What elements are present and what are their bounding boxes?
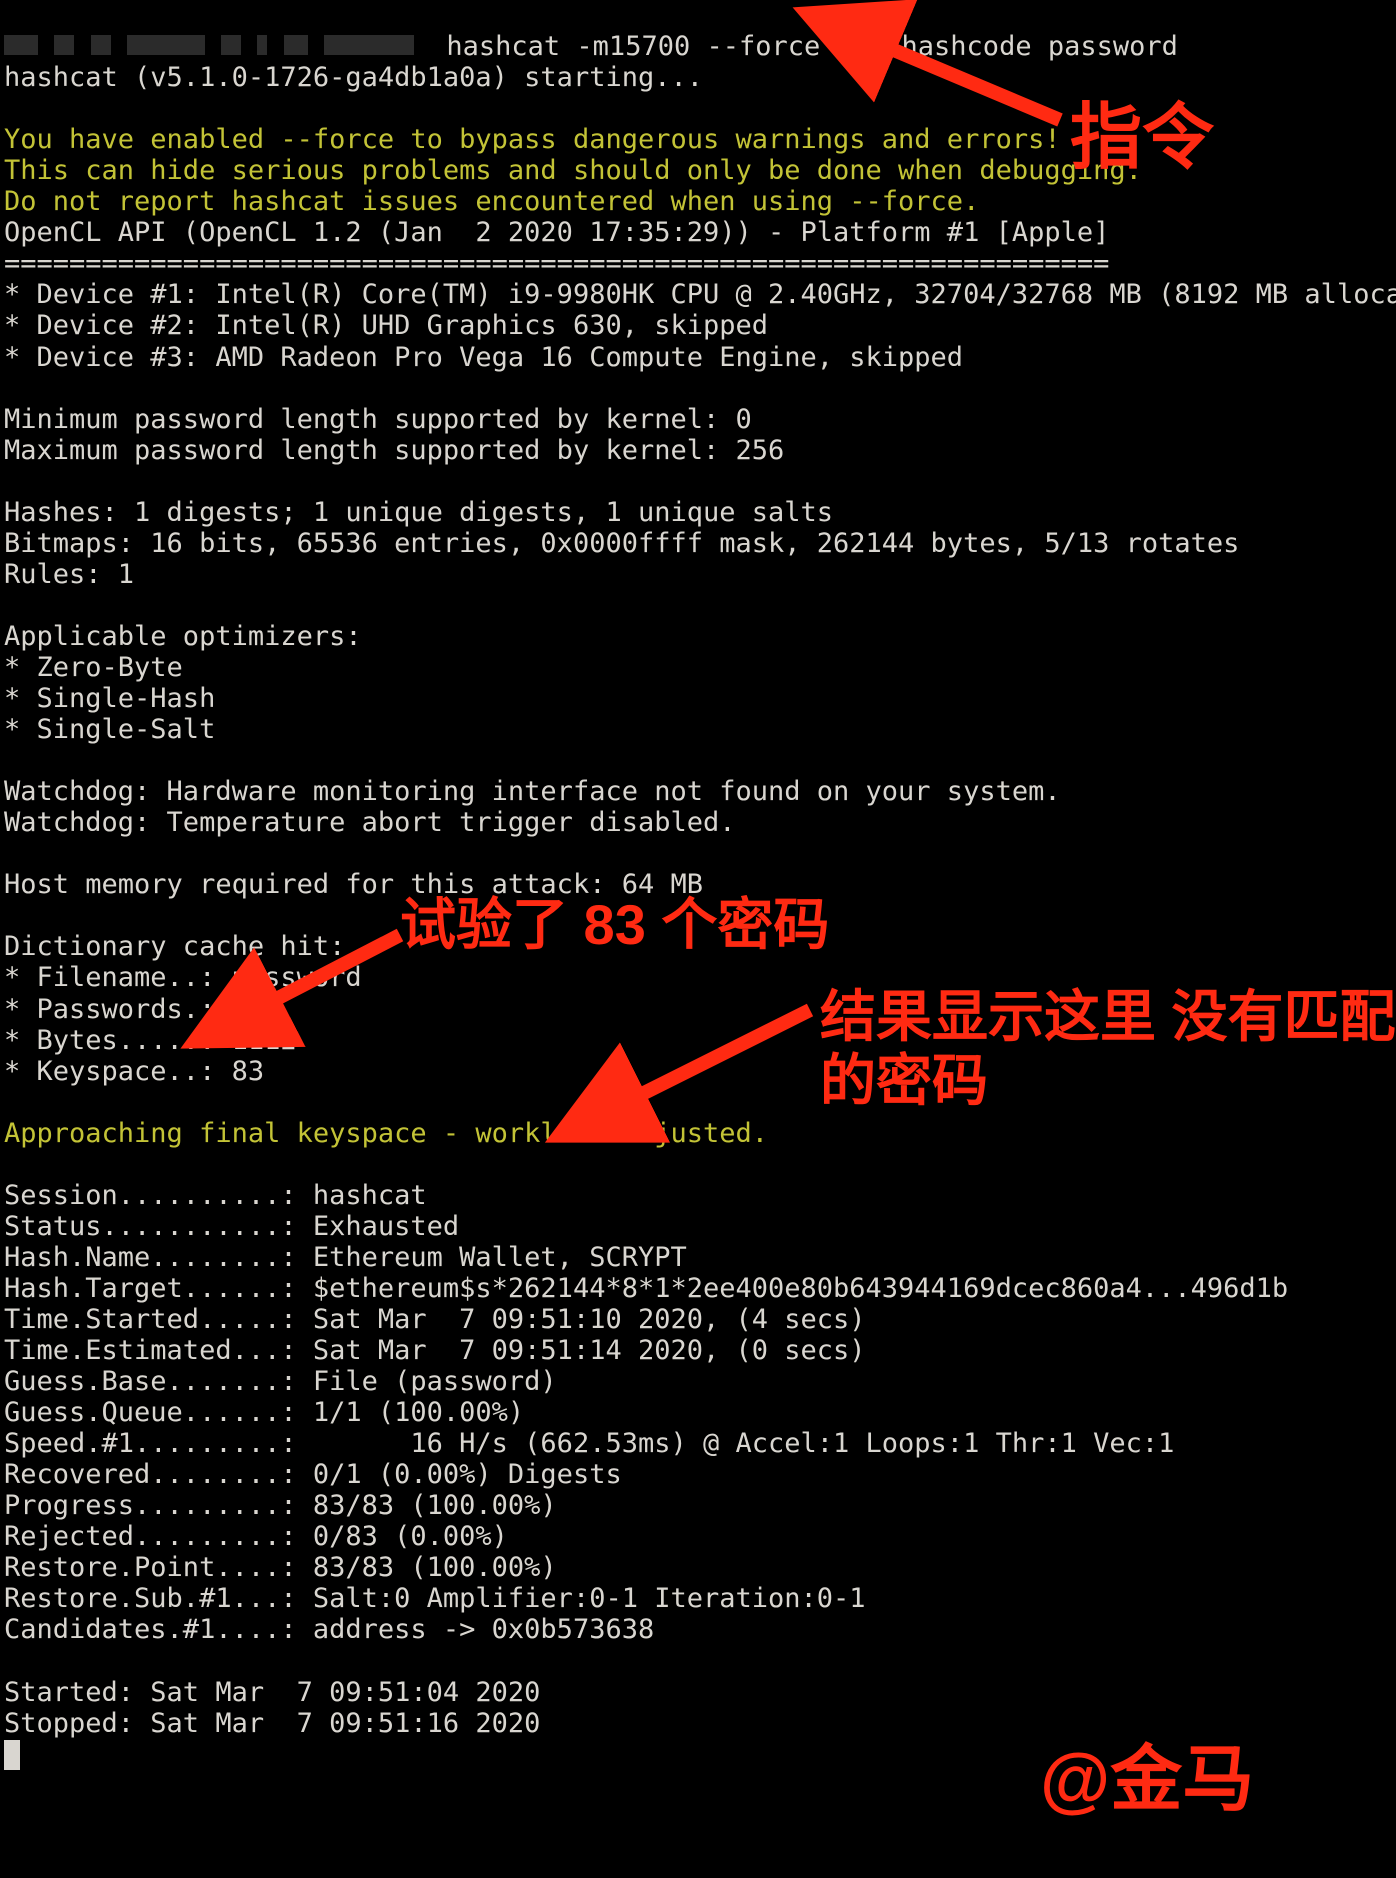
restore-sub-line: Restore.Sub.#1...: Salt:0 Amplifier:0-1 … [4,1583,866,1614]
command-line: hashcat -m15700 --force -D1 hashcode pas… [430,31,1178,62]
started-line: Started: Sat Mar 7 09:51:04 2020 [4,1677,540,1708]
speed-line: Speed.#1.........: 16 H/s (662.53ms) @ A… [4,1428,1174,1459]
dict-filename: * Filename..: password [4,962,362,993]
device-1: * Device #1: Intel(R) Core(TM) i9-9980HK… [4,279,1396,310]
terminal-cursor [4,1740,20,1770]
rejected-line: Rejected.........: 0/83 (0.00%) [4,1521,508,1552]
applicable-optimizers: Applicable optimizers: [4,621,362,652]
rules-line: Rules: 1 [4,559,134,590]
dict-cache-hit: Dictionary cache hit: [4,931,345,962]
redacted-segment [54,35,74,55]
optimizer-zero-byte: * Zero-Byte [4,652,183,683]
redacted-prompt [4,31,430,62]
device-2: * Device #2: Intel(R) UHD Graphics 630, … [4,310,768,341]
opencl-header: OpenCL API (OpenCL 1.2 (Jan 2 2020 17:35… [4,217,1109,248]
watchdog-2: Watchdog: Temperature abort trigger disa… [4,807,736,838]
session-line: Session..........: hashcat [4,1180,427,1211]
force-warning-2: This can hide serious problems and shoul… [4,155,1142,186]
restore-point-line: Restore.Point....: 83/83 (100.00%) [4,1552,557,1583]
redacted-segment [221,35,241,55]
recovered-line: Recovered........: 0/1 (0.00%) Digests [4,1459,622,1490]
bitmaps-line: Bitmaps: 16 bits, 65536 entries, 0x0000f… [4,528,1239,559]
hashes-line: Hashes: 1 digests; 1 unique digests, 1 u… [4,497,833,528]
time-started-line: Time.Started.....: Sat Mar 7 09:51:10 20… [4,1304,866,1335]
hash-name-line: Hash.Name........: Ethereum Wallet, SCRY… [4,1242,687,1273]
guess-base-line: Guess.Base.......: File (password) [4,1366,557,1397]
approaching-keyspace: Approaching final keyspace - workload ad… [4,1118,768,1149]
dict-keyspace: * Keyspace..: 83 [4,1056,264,1087]
guess-queue-line: Guess.Queue......: 1/1 (100.00%) [4,1397,524,1428]
optimizer-single-hash: * Single-Hash [4,683,215,714]
max-password-length: Maximum password length supported by ker… [4,435,784,466]
force-warning-3: Do not report hashcat issues encountered… [4,186,979,217]
redacted-segment [324,35,414,55]
startup-line: hashcat (v5.1.0-1726-ga4db1a0a) starting… [4,62,703,93]
redacted-segment [257,35,267,55]
optimizer-single-salt: * Single-Salt [4,714,215,745]
force-warning-1: You have enabled --force to bypass dange… [4,124,1061,155]
progress-line: Progress.........: 83/83 (100.00%) [4,1490,557,1521]
dict-bytes: * Bytes.....: 1112 [4,1025,297,1056]
redacted-segment [127,35,205,55]
watchdog-1: Watchdog: Hardware monitoring interface … [4,776,1061,807]
hash-target-line: Hash.Target......: $ethereum$s*262144*8*… [4,1273,1288,1304]
redacted-segment [4,35,38,55]
min-password-length: Minimum password length supported by ker… [4,404,752,435]
device-3: * Device #3: AMD Radeon Pro Vega 16 Comp… [4,342,963,373]
redacted-segment [91,35,111,55]
opencl-divider: ========================================… [4,248,1109,279]
redacted-segment [284,35,308,55]
status-line: Status...........: Exhausted [4,1211,459,1242]
dict-passwords: * Passwords.: 83 [4,994,264,1025]
host-memory: Host memory required for this attack: 64… [4,869,703,900]
terminal-output: hashcat -m15700 --force -D1 hashcode pas… [0,0,1396,1770]
candidates-line: Candidates.#1....: address -> 0x0b573638 [4,1614,654,1645]
stopped-line: Stopped: Sat Mar 7 09:51:16 2020 [4,1708,540,1739]
time-estimated-line: Time.Estimated...: Sat Mar 7 09:51:14 20… [4,1335,866,1366]
